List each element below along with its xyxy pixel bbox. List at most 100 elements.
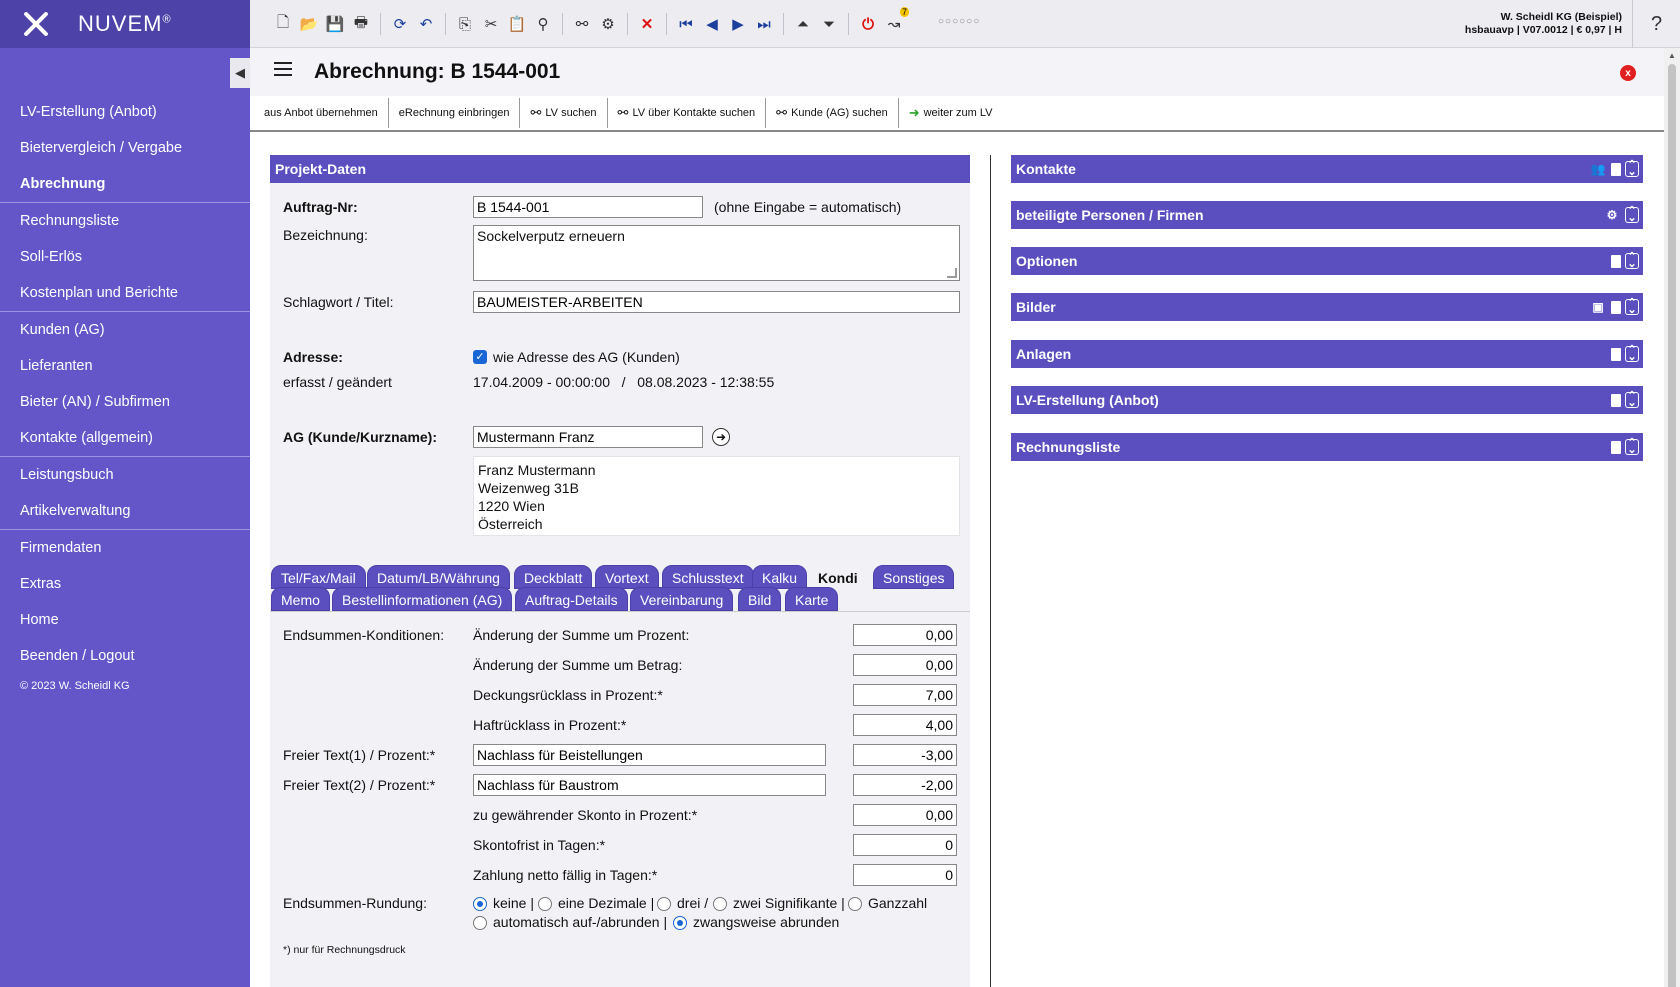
sidebar-item-kostenplan[interactable]: Kostenplan und Berichte (0, 275, 250, 311)
rundung-drei-radio[interactable] (657, 897, 671, 911)
go-arrow-icon[interactable]: ➜ (712, 428, 730, 446)
sidebar-item-kunden[interactable]: Kunden (AG) (0, 312, 250, 348)
rundung-signifikante-radio[interactable] (713, 897, 727, 911)
open-folder-icon[interactable]: 📂 (298, 13, 320, 35)
lv-ueber-kontakte-suchen-button[interactable]: ⚯ LV über Kontakte suchen (608, 98, 767, 128)
tab-vereinbarung[interactable]: Vereinbarung (630, 587, 734, 611)
new-document-icon[interactable] (1611, 254, 1621, 268)
expand-collapse-icon[interactable]: ⌃ ⌄ (1625, 438, 1639, 456)
optionen-panel[interactable]: Optionen ⌃ ⌄ (1011, 247, 1643, 275)
sidebar-item-bieter[interactable]: Bieter (AN) / Subfirmen (0, 384, 250, 420)
sidebar-item-logout[interactable]: Beenden / Logout (0, 638, 250, 674)
sidebar-item-lv-erstellung[interactable]: LV-Erstellung (Anbot) (0, 94, 250, 130)
lv-suchen-button[interactable]: ⚯ LV suchen (520, 98, 608, 128)
rundung-dezimale-radio[interactable] (538, 897, 552, 911)
tab-karte[interactable]: Karte (785, 587, 839, 611)
collapse-sidebar-button[interactable]: ◀ (230, 58, 250, 88)
tab-kondi[interactable]: Kondi (808, 565, 868, 589)
refresh-icon[interactable]: ⟳ (389, 13, 411, 35)
expand-all-icon[interactable]: ⏷ (818, 13, 840, 35)
scrollbar[interactable]: ▲ (1664, 48, 1680, 987)
new-document-icon[interactable] (1611, 162, 1621, 176)
aenderung-prozent-input[interactable] (853, 624, 957, 646)
haftruecklass-input[interactable] (853, 714, 957, 736)
kunde-suchen-button[interactable]: ⚯ Kunde (AG) suchen (766, 98, 899, 128)
deckungsruecklass-input[interactable] (853, 684, 957, 706)
power-icon[interactable]: ⏻ (857, 13, 879, 35)
last-record-icon[interactable]: ⏭ (753, 13, 775, 35)
undo-icon[interactable]: ↶ (415, 13, 437, 35)
sidebar-item-leistungsbuch[interactable]: Leistungsbuch (0, 457, 250, 493)
tab-sonstiges[interactable]: Sonstiges (873, 565, 955, 589)
sidebar-item-lieferanten[interactable]: Lieferanten (0, 348, 250, 384)
sidebar-item-home[interactable]: Home (0, 602, 250, 638)
settings-window-icon[interactable]: ⚙ (597, 13, 619, 35)
new-document-icon[interactable] (1611, 300, 1621, 314)
next-record-icon[interactable]: ▶ (727, 13, 749, 35)
freier-text-1-prozent-input[interactable] (853, 744, 957, 766)
bilder-panel[interactable]: Bilder ▣ ⌃ ⌄ (1011, 293, 1643, 321)
ag-input[interactable] (473, 426, 703, 448)
erechnung-einbringen-button[interactable]: eRechnung einbringen (389, 98, 521, 128)
copy-icon[interactable]: ⎘ (454, 13, 476, 35)
collapse-all-icon[interactable]: ⏶ (792, 13, 814, 35)
sidebar-item-firmendaten[interactable]: Firmendaten (0, 530, 250, 566)
sidebar-item-kontakte[interactable]: Kontakte (allgemein) (0, 420, 250, 456)
tab-auftrag-details[interactable]: Auftrag-Details (515, 587, 628, 611)
bezeichnung-textarea[interactable]: Sockelverputz erneuern (473, 225, 960, 281)
image-icon[interactable]: ▣ (1589, 298, 1607, 316)
tab-bild[interactable]: Bild (738, 587, 782, 611)
kontakte-panel[interactable]: Kontakte 👥 ⌃ ⌄ (1011, 155, 1643, 183)
auftrag-input[interactable] (473, 196, 703, 218)
tab-deckblatt[interactable]: Deckblatt (514, 565, 593, 589)
weiter-zum-lv-button[interactable]: ➜ weiter zum LV (899, 98, 1003, 128)
tab-schlusstext[interactable]: Schlusstext (662, 565, 754, 589)
expand-collapse-icon[interactable]: ⌃ ⌄ (1625, 252, 1639, 270)
tab-tel-fax-mail[interactable]: Tel/Fax/Mail (271, 565, 366, 589)
tab-memo[interactable]: Memo (271, 587, 330, 611)
cut-icon[interactable]: ✂ (480, 13, 502, 35)
expand-collapse-icon[interactable]: ⌃ ⌄ (1625, 160, 1639, 178)
sidebar-item-artikelverwaltung[interactable]: Artikelverwaltung (0, 493, 250, 529)
new-document-icon[interactable]: 🗋 (272, 13, 294, 35)
rechnungsliste-panel[interactable]: Rechnungsliste ⌃ ⌄ (1011, 433, 1643, 461)
expand-collapse-icon[interactable]: ⌃ ⌄ (1625, 206, 1639, 224)
delete-icon[interactable]: ✕ (636, 13, 658, 35)
app-logo[interactable]: NUVEM® (0, 0, 250, 48)
expand-collapse-icon[interactable]: ⌃ ⌄ (1625, 345, 1639, 363)
tab-vortext[interactable]: Vortext (595, 565, 659, 589)
scrollbar-thumb[interactable] (1668, 64, 1676, 987)
help-button[interactable]: ? (1632, 0, 1680, 48)
freier-text-2-input[interactable] (473, 774, 826, 796)
first-record-icon[interactable]: ⏮ (675, 13, 697, 35)
sidebar-item-rechnungsliste[interactable]: Rechnungsliste (0, 203, 250, 239)
notifications-icon[interactable]: ↝ 7 (883, 7, 909, 35)
adresse-checkbox[interactable]: ✓ (473, 350, 487, 364)
freier-text-2-prozent-input[interactable] (853, 774, 957, 796)
rundung-zwangsweise-radio[interactable] (673, 916, 687, 930)
new-document-icon[interactable] (1611, 440, 1621, 454)
settings-window-icon[interactable]: ⚙ (1603, 206, 1621, 224)
tab-bestellinformationen[interactable]: Bestellinformationen (AG) (332, 587, 513, 611)
close-page-button[interactable]: x (1620, 65, 1636, 81)
skontofrist-input[interactable] (853, 834, 957, 856)
tab-kalku[interactable]: Kalku (752, 565, 808, 589)
sidebar-item-soll-erloes[interactable]: Soll-Erlös (0, 239, 250, 275)
new-document-icon[interactable] (1611, 347, 1621, 361)
resize-handle-icon[interactable] (947, 268, 957, 278)
lv-erstellung-panel[interactable]: LV-Erstellung (Anbot) ⌃ ⌄ (1011, 386, 1643, 414)
expand-collapse-icon[interactable]: ⌃ ⌄ (1625, 298, 1639, 316)
rundung-ganzzahl-radio[interactable] (848, 897, 862, 911)
binoculars-special-icon[interactable]: ⚲ (532, 13, 554, 35)
rundung-automatisch-radio[interactable] (473, 916, 487, 930)
schlagwort-input[interactable] (473, 291, 960, 313)
freier-text-1-input[interactable] (473, 744, 826, 766)
sidebar-item-abrechnung[interactable]: Abrechnung (0, 166, 250, 202)
zahlung-netto-input[interactable] (853, 864, 957, 886)
expand-collapse-icon[interactable]: ⌃ ⌄ (1625, 391, 1639, 409)
aenderung-betrag-input[interactable] (853, 654, 957, 676)
beteiligte-personen-panel[interactable]: beteiligte Personen / Firmen ⚙ ⌃ ⌄ (1011, 201, 1643, 229)
anlagen-panel[interactable]: Anlagen ⌃ ⌄ (1011, 340, 1643, 368)
paste-icon[interactable]: 📋 (506, 13, 528, 35)
sidebar-item-extras[interactable]: Extras (0, 566, 250, 602)
